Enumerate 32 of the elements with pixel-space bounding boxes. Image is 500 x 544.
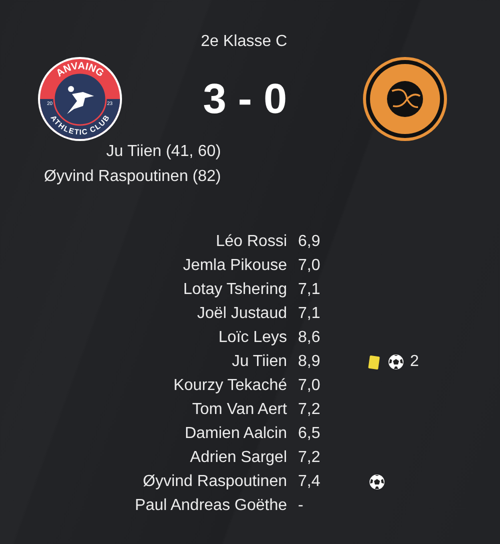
- football-icon: [388, 354, 404, 370]
- player-name: Damien Aalcin: [184, 424, 287, 444]
- player-name: Joël Justaud: [196, 304, 287, 324]
- player-rating: 7,2: [298, 448, 322, 468]
- player-name: Tom Van Aert: [191, 400, 287, 420]
- player-rating: 8,6: [298, 328, 322, 348]
- player-name: Paul Andreas Goëthe: [134, 496, 287, 516]
- player-rating: 8,9: [298, 352, 322, 372]
- player-name: Adrien Sargel: [189, 448, 287, 468]
- player-name: Loïc Leys: [218, 328, 287, 348]
- goal-count: 2: [410, 353, 419, 371]
- player-rating: -: [298, 496, 304, 516]
- football-icon: [369, 474, 385, 490]
- player-rating: 7,0: [298, 376, 322, 396]
- player-rating: 6,9: [298, 232, 322, 252]
- goal-scorer: Øyvind Raspoutinen (82): [43, 167, 221, 187]
- match-score: 3 - 0: [202, 75, 288, 123]
- player-rating: 7,1: [298, 304, 322, 324]
- player-name: Lotay Tshering: [182, 280, 287, 300]
- goal-scorer: Ju Tiien (41, 60): [105, 142, 221, 162]
- booking-card-icon: [368, 354, 380, 370]
- player-name: Øyvind Raspoutinen: [142, 472, 287, 492]
- player-name: Ju Tiien: [230, 352, 287, 372]
- player-name: Kourzy Tekaché: [172, 376, 287, 396]
- player-rating: 7,0: [298, 256, 322, 276]
- league-name: 2e Klasse C: [200, 33, 288, 51]
- player-rating: 7,2: [298, 400, 322, 420]
- player-rating: 7,1: [298, 280, 322, 300]
- player-name: Jemla Pikouse: [182, 256, 287, 276]
- player-rating: 7,4: [298, 472, 322, 492]
- player-name: Léo Rossi: [214, 232, 287, 252]
- player-rating: 6,5: [298, 424, 322, 444]
